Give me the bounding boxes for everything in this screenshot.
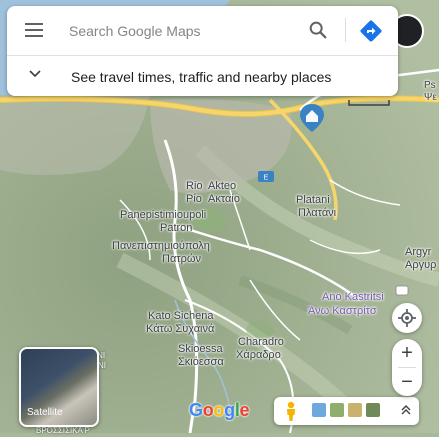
place-label-argyra: Argyr xyxy=(405,246,432,258)
travel-hint-row[interactable]: See travel times, traffic and nearby pla… xyxy=(7,56,398,96)
place-label-skioessa: Skioessa xyxy=(178,343,223,355)
svg-text:E: E xyxy=(264,175,269,182)
layers-panel xyxy=(274,397,419,425)
place-label-skioessa-greek: Σκιόεσσα xyxy=(178,356,224,368)
zoom-in-button[interactable]: + xyxy=(392,339,422,367)
place-label-ano-kastritsi-greek: Άνω Καστρίτσ xyxy=(308,305,377,317)
place-label-rio-greek: Ρίο xyxy=(186,193,202,205)
place-label-charadro: Charadro xyxy=(238,336,284,348)
road-shield-icon xyxy=(395,285,409,296)
place-label-platani: Platani xyxy=(296,194,330,206)
pegman-icon[interactable] xyxy=(282,401,300,421)
place-label-patron-greek: Πατρών xyxy=(162,253,201,265)
place-label-panepistimioupoli: Panepistimioupoli xyxy=(120,209,207,221)
search-bar xyxy=(7,6,398,56)
layer-thumbnail[interactable] xyxy=(330,403,344,417)
place-label-platani-greek: Πλατάνι xyxy=(298,207,337,219)
satellite-toggle[interactable]: Satellite xyxy=(19,347,99,427)
place-label-ano-kastritsi: Ano Kastritsi xyxy=(322,291,384,303)
place-label-rio: Rio xyxy=(186,180,203,192)
magnifier-icon[interactable] xyxy=(307,19,329,41)
place-label-kato-sichena: Kato Sichena xyxy=(148,310,214,322)
my-location-icon xyxy=(398,309,416,327)
scale-bar xyxy=(348,100,390,106)
place-label-akteo: Akteo xyxy=(208,180,237,192)
travel-hint-text: See travel times, traffic and nearby pla… xyxy=(71,69,332,85)
chevron-up-icon[interactable] xyxy=(401,405,411,415)
directions-diamond-icon[interactable] xyxy=(359,19,383,43)
place-label-panepistimioupoli-greek: Πανεπιστημιούπολη xyxy=(112,240,210,252)
satellite-label: Satellite xyxy=(27,407,63,418)
place-label-patron: Patron xyxy=(160,222,193,234)
place-label-kato-sichena-greek: Κάτω Συχαινά xyxy=(146,323,215,335)
place-label-fragment: Ps xyxy=(424,80,436,91)
place-label-charadro-greek: Χάραδρο xyxy=(236,349,281,361)
chevron-down-icon xyxy=(29,70,41,78)
layer-thumbnail[interactable] xyxy=(312,403,326,417)
divider xyxy=(345,18,346,42)
place-label-argyra-greek: Αργυρ xyxy=(405,259,437,271)
google-logo: Google xyxy=(189,400,250,420)
hamburger-icon[interactable] xyxy=(25,23,43,37)
search-input[interactable] xyxy=(67,19,301,43)
highway-shield-icon: E xyxy=(258,171,274,182)
place-label-fragment: Ψε xyxy=(424,92,437,103)
search-card: See travel times, traffic and nearby pla… xyxy=(7,6,398,96)
place-label-akteo-greek: Ακταίο xyxy=(208,193,240,205)
zoom-controls: + − xyxy=(392,339,422,396)
my-location-button[interactable] xyxy=(392,303,422,333)
layer-thumbnail[interactable] xyxy=(348,403,362,417)
zoom-out-button[interactable]: − xyxy=(392,368,422,396)
layer-thumbnail[interactable] xyxy=(366,403,380,417)
